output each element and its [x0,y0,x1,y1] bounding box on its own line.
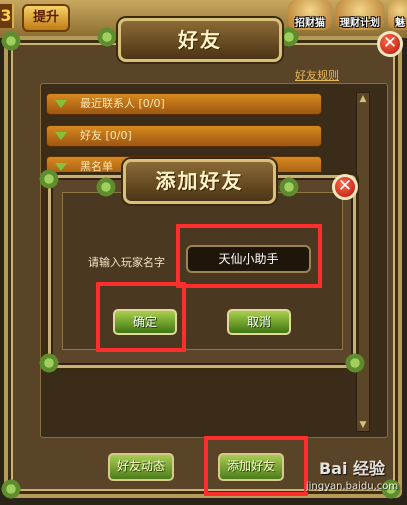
group-row-recent-contacts[interactable]: 最近联系人 [0/0] [46,93,322,115]
add-friend-title-plaque: 添加好友 [123,159,276,204]
close-icon: ✕ [337,176,353,196]
expand-arrow-icon [55,100,67,108]
group-row-friends[interactable]: 好友 [0/0] [46,125,322,147]
extra-hud-icon[interactable]: 魅 [388,0,407,30]
vine-ornament-icon [38,352,60,374]
scroll-down-icon[interactable]: ▼ [358,420,368,430]
highlight-add-friend-button [204,436,308,496]
finance-label: 理财计划 [340,18,380,29]
highlight-confirm-button [96,282,186,352]
vine-ornament-icon [96,26,118,48]
friends-list-scrollbar[interactable]: ▲ ▼ [356,92,370,432]
close-icon: ✕ [382,33,398,53]
player-name-prompt: 请输入玩家名字 [88,256,165,269]
cancel-button[interactable]: 取消 [227,309,291,335]
friend-updates-button[interactable]: 好友动态 [108,453,174,481]
promote-button[interactable]: 提升 [22,4,70,32]
expand-arrow-icon [55,132,67,140]
friends-title-plaque: 好友 [118,18,282,62]
finance-plan-icon[interactable]: 理财计划 [336,0,384,30]
friends-panel-close-button[interactable]: ✕ [377,31,403,57]
extra-hud-label: 魅 [395,18,405,29]
level-number: 3 [0,4,14,28]
baidu-watermark: Bai 经验 jingyan.baidu.com [300,458,404,502]
watermark-brand: Bai 经验 [318,459,386,478]
add-friend-dialog-title: 添加好友 [155,169,244,193]
vine-ornament-icon [38,168,60,190]
scroll-up-icon[interactable]: ▲ [358,94,368,104]
friend-rules-link[interactable]: 好友规则 [295,67,339,83]
highlight-name-input [176,224,322,288]
dialog-close-button[interactable]: ✕ [332,174,358,200]
group-label: 黑名单 [80,160,113,173]
game-scene: 3 提升 招财猫 理财计划 魅 好友 ✕ 好友规则 最近联系人 [0/0] 好友… [0,0,407,505]
group-label: 好友 [0/0] [80,129,132,142]
group-label: 最近联系人 [0/0] [80,97,165,110]
watermark-url: jingyan.baidu.com [305,481,399,492]
friends-panel-title: 好友 [178,28,222,52]
vine-ornament-icon [95,176,117,198]
vine-ornament-icon [344,352,366,374]
vine-ornament-icon [0,30,22,52]
vine-ornament-icon [0,478,22,500]
vine-ornament-icon [278,176,300,198]
